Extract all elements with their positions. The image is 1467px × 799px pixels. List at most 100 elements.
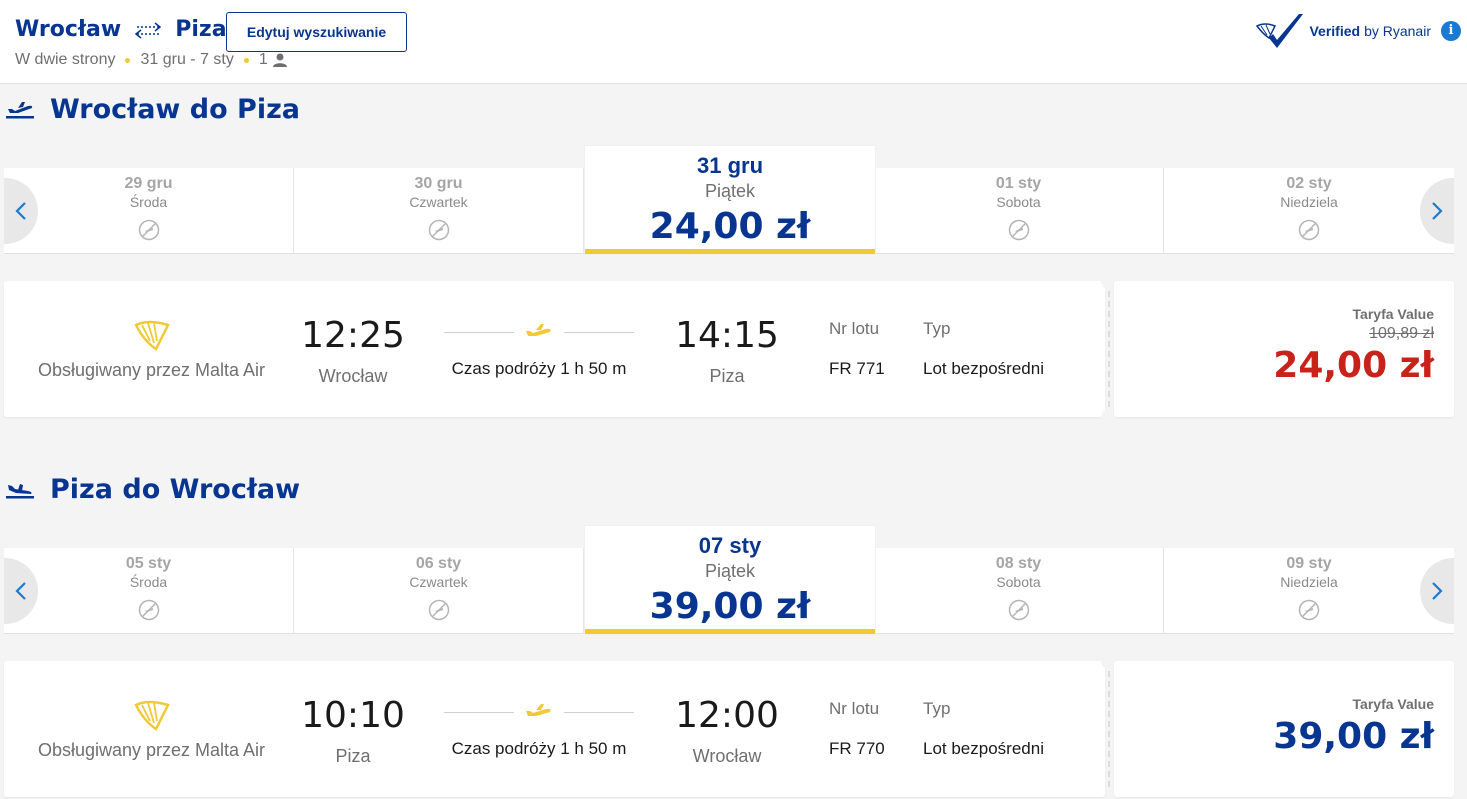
no-flight-icon [1298, 599, 1320, 621]
plane-icon [526, 324, 551, 336]
weekday-label: Środa [129, 194, 168, 210]
selected-date-label: 07 sty [698, 533, 762, 558]
edit-search-button[interactable]: Edytuj wyszukiwanie [226, 12, 407, 52]
date-option[interactable]: 30 gru Czwartek [294, 168, 584, 254]
passenger-count: 1 [258, 51, 268, 68]
flight-type: Lot bezpośredni [923, 739, 1044, 758]
weekday-label: Niedziela [1280, 194, 1338, 210]
selected-date[interactable]: 31 gru Piątek 24,00 zł [585, 146, 875, 254]
selected-date-label: 31 gru [696, 153, 764, 178]
date-option[interactable]: 29 gru Środa [4, 168, 294, 254]
departure-time: 10:10 [301, 695, 405, 736]
destination-city: Piza [175, 17, 227, 42]
flight-number: FR 770 [829, 739, 885, 758]
separator-dot [243, 57, 249, 63]
date-option[interactable]: 01 sty Sobota [874, 168, 1164, 254]
arrival-city: Piza [709, 366, 745, 386]
flight-type-block: Typ Lot bezpośredni [923, 661, 1044, 759]
duration-block: Czas podróży 1 h 50 m [444, 661, 634, 759]
ryanair-harp-logo-icon [133, 320, 170, 351]
return-date-carousel: 05 sty Środa 06 sty Czwartek 08 sty Sobo… [4, 526, 1454, 634]
date-label: 06 sty [415, 555, 462, 572]
no-flight-icon [138, 599, 159, 621]
section-title-text: Wrocław do Piza [50, 94, 301, 125]
outbound-section-title: Wrocław do Piza [6, 94, 300, 125]
weekday-label: Czwartek [409, 574, 468, 590]
plane-icon [526, 704, 551, 716]
selected-weekday-label: Piątek [704, 181, 756, 201]
separator-dot [125, 57, 131, 63]
flight-number-label: Nr lotu [829, 699, 880, 718]
date-option[interactable]: 02 sty Niedziela [1164, 168, 1454, 254]
return-section-title: Piza do Wrocław [6, 474, 300, 505]
arrival-block: 12:00 Wrocław [657, 661, 797, 767]
fare-block[interactable]: Taryfa Value 109,89 zł 24,00 zł [1114, 281, 1454, 417]
operator-text: Obsługiwany przez Malta Air [37, 360, 266, 380]
date-label: 09 sty [1286, 555, 1332, 572]
operator-block: Obsługiwany przez Malta Air [4, 281, 299, 381]
arrival-time: 14:15 [675, 315, 779, 356]
weekday-label: Środa [129, 574, 168, 590]
outbound-flight-card[interactable]: Obsługiwany przez Malta Air 12:25 Wrocła… [4, 273, 1454, 425]
verified-badge: Verified by Ryanair i [1255, 12, 1461, 50]
plane-landing-icon [6, 483, 34, 498]
plane-takeoff-icon [6, 101, 34, 118]
flight-path [444, 321, 634, 345]
selected-weekday-label: Piątek [704, 561, 756, 581]
trip-type: W dwie strony [15, 51, 116, 68]
flight-details: Obsługiwany przez Malta Air 10:10 Piza C… [4, 661, 1105, 797]
flight-type: Lot bezpośredni [923, 359, 1044, 378]
date-option[interactable]: 05 sty Środa [4, 548, 294, 634]
chevron-right-icon [1432, 202, 1443, 220]
weekday-label: Sobota [996, 574, 1041, 590]
arrival-block: 14:15 Piza [657, 281, 797, 387]
person-icon [272, 53, 287, 67]
weekday-label: Czwartek [409, 194, 468, 210]
date-label: 08 sty [995, 555, 1042, 572]
arrival-city: Wrocław [692, 746, 762, 766]
fare-block[interactable]: Taryfa Value 39,00 zł [1114, 661, 1454, 797]
ticket-divider [1108, 671, 1110, 787]
weekday-label: Sobota [996, 194, 1041, 210]
verified-by-label: by Ryanair [1364, 23, 1431, 39]
route-summary: Wrocław Piza [15, 17, 227, 42]
outbound-date-carousel: 29 gru Środa 30 gru Czwartek 01 sty Sobo… [4, 146, 1454, 254]
selected-date[interactable]: 07 sty Piątek 39,00 zł [585, 526, 875, 634]
flight-type-label: Typ [923, 699, 951, 718]
flight-number-block: Nr lotu FR 770 [829, 661, 885, 759]
date-option[interactable]: 09 sty Niedziela [1164, 548, 1454, 634]
ryanair-harp-check-icon [1256, 14, 1304, 48]
round-trip-arrows-icon [135, 21, 162, 39]
trip-dates: 31 gru - 7 sty [140, 51, 234, 68]
path-line [564, 712, 634, 713]
date-option[interactable]: 08 sty Sobota [874, 548, 1164, 634]
selected-date-price: 24,00 zł [649, 206, 811, 247]
weekday-label: Niedziela [1280, 574, 1338, 590]
chevron-left-icon [15, 582, 26, 600]
date-option[interactable]: 06 sty Czwartek [294, 548, 584, 634]
fare-price: 24,00 zł [1273, 345, 1434, 386]
duration-text: Czas podróży 1 h 50 m [451, 739, 627, 758]
flight-path [444, 701, 634, 725]
ryanair-harp-logo-icon [133, 700, 170, 731]
date-label: 05 sty [125, 555, 172, 572]
departure-block: 10:10 Piza [283, 661, 423, 767]
trip-info: W dwie strony 31 gru - 7 sty 1 [15, 51, 288, 69]
no-flight-icon [138, 219, 159, 241]
no-flight-icon [1008, 219, 1029, 241]
flight-type-label: Typ [923, 319, 951, 338]
chevron-right-icon [1432, 582, 1443, 600]
path-line [444, 712, 514, 713]
date-label: 01 sty [995, 175, 1042, 192]
no-flight-icon [428, 599, 449, 621]
info-icon[interactable]: i [1441, 21, 1461, 41]
fare-type-label: Taryfa Value [1352, 306, 1434, 322]
arrival-time: 12:00 [675, 695, 779, 736]
flight-number-block: Nr lotu FR 771 [829, 281, 885, 379]
fare-info: Taryfa Value 39,00 zł [1273, 696, 1434, 757]
return-flight-card[interactable]: Obsługiwany przez Malta Air 10:10 Piza C… [4, 653, 1454, 797]
selected-date-price: 39,00 zł [649, 586, 811, 627]
no-flight-icon [1008, 599, 1029, 621]
departure-city: Piza [335, 746, 371, 766]
duration-text: Czas podróży 1 h 50 m [451, 359, 627, 378]
